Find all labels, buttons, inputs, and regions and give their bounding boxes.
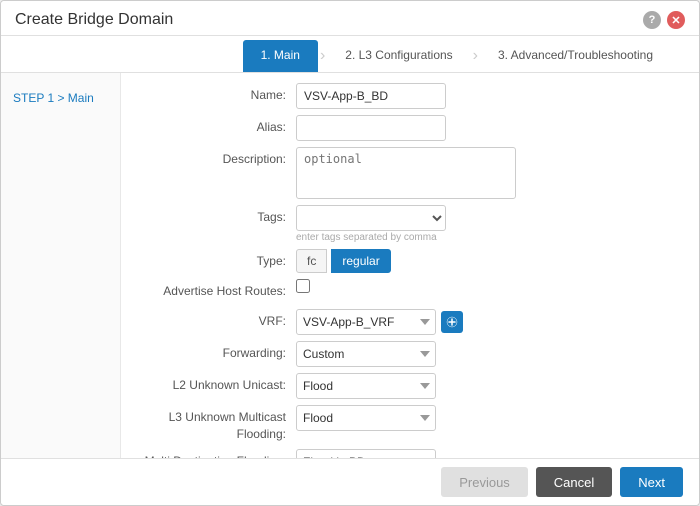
vrf-select[interactable]: VSV-App-B_VRF [296,309,436,335]
steps-bar: 1. Main › 2. L3 Configurations › 3. Adva… [1,36,699,73]
multi-dest-control: Flood in BD [296,449,679,458]
vrf-row: VRF: VSV-App-B_VRF [131,309,679,335]
name-row: Name: [131,83,679,109]
advertise-label: Advertise Host Routes: [131,279,296,300]
alias-input[interactable] [296,115,446,141]
vrf-control: VSV-App-B_VRF [296,309,679,335]
l3-multicast-label: L3 Unknown Multicast Flooding: [131,405,296,443]
advertise-control [296,279,679,293]
multi-dest-select[interactable]: Flood in BD [296,449,436,458]
l3-multicast-select[interactable]: Flood [296,405,436,431]
l2-unicast-label: L2 Unknown Unicast: [131,373,296,394]
header-icons: ? ✕ [643,11,685,29]
previous-button[interactable]: Previous [441,467,528,497]
form-content: Name: Alias: Description: [121,73,699,458]
help-button[interactable]: ? [643,11,661,29]
step-sep-1: › [320,47,325,65]
description-label: Description: [131,147,296,168]
breadcrumb: STEP 1 > Main [1,83,120,113]
alias-control [296,115,679,141]
alias-label: Alias: [131,115,296,136]
tags-control: enter tags separated by comma [296,205,679,243]
type-regular-button[interactable]: regular [331,249,390,273]
step-sep-2: › [473,47,478,65]
l3-multicast-control: Flood [296,405,679,431]
multi-dest-row: Multi Destination Flooding: Flood in BD [131,449,679,458]
cancel-button[interactable]: Cancel [536,467,612,497]
tags-label: Tags: [131,205,296,226]
type-fc-button[interactable]: fc [296,249,327,273]
step-2-tab[interactable]: 2. L3 Configurations [327,40,470,72]
forwarding-select[interactable]: Custom [296,341,436,367]
multi-dest-label: Multi Destination Flooding: [131,449,296,458]
description-control [296,147,679,199]
type-label: Type: [131,249,296,270]
close-button[interactable]: ✕ [667,11,685,29]
type-row: Type: fc regular [131,249,679,273]
description-row: Description: [131,147,679,199]
step-3-tab[interactable]: 3. Advanced/Troubleshooting [480,40,671,72]
tags-wrapper: enter tags separated by comma [296,205,446,243]
type-control: fc regular [296,249,679,273]
sidebar: STEP 1 > Main [1,73,121,458]
advertise-checkbox[interactable] [296,279,310,293]
name-input[interactable] [296,83,446,109]
modal-title: Create Bridge Domain [15,11,173,29]
l3-multicast-row: L3 Unknown Multicast Flooding: Flood [131,405,679,443]
forwarding-control: Custom [296,341,679,367]
modal-header: Create Bridge Domain ? ✕ [1,1,699,36]
tags-select[interactable] [296,205,446,231]
name-control [296,83,679,109]
next-button[interactable]: Next [620,467,683,497]
modal-footer: Previous Cancel Next [1,458,699,505]
tags-row: Tags: enter tags separated by comma [131,205,679,243]
add-icon [446,316,458,328]
alias-row: Alias: [131,115,679,141]
forwarding-label: Forwarding: [131,341,296,362]
modal-body: STEP 1 > Main Name: Alias: Description: [1,73,699,458]
name-label: Name: [131,83,296,104]
step-1-tab[interactable]: 1. Main [243,40,318,72]
advertise-row: Advertise Host Routes: [131,279,679,303]
create-bridge-domain-modal: Create Bridge Domain ? ✕ 1. Main › 2. L3… [0,0,700,506]
l2-unicast-row: L2 Unknown Unicast: Flood [131,373,679,399]
l2-unicast-select[interactable]: Flood [296,373,436,399]
tags-hint: enter tags separated by comma [296,232,446,243]
vrf-label: VRF: [131,309,296,330]
l2-unicast-control: Flood [296,373,679,399]
steps-container: 1. Main › 2. L3 Configurations › 3. Adva… [243,36,685,72]
forwarding-row: Forwarding: Custom [131,341,679,367]
description-input[interactable] [296,147,516,199]
vrf-add-button[interactable] [441,311,463,333]
